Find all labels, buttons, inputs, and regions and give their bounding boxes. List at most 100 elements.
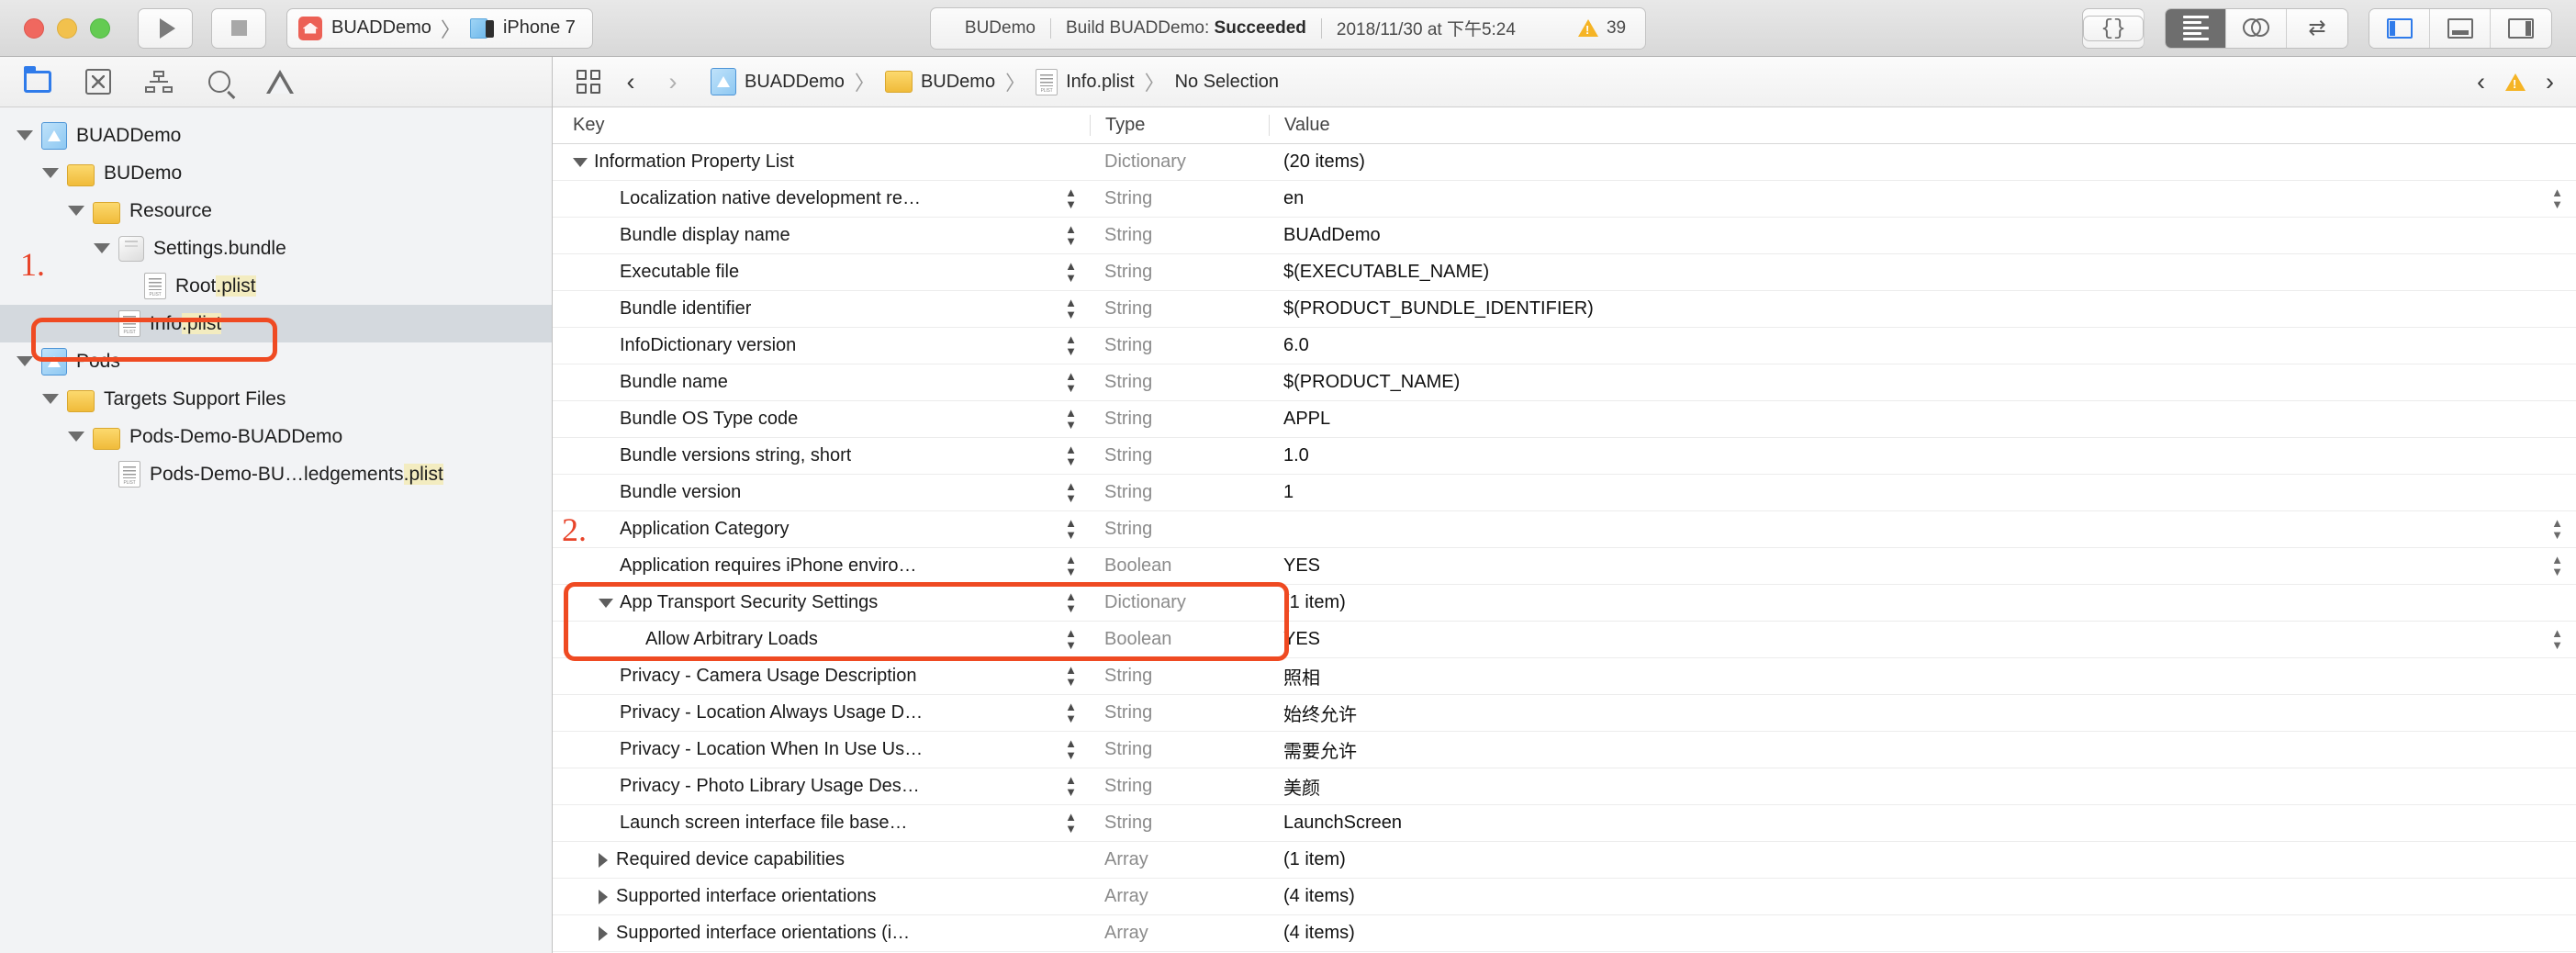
plist-key-cell[interactable]: InfoDictionary version▲▼ — [553, 335, 1090, 356]
plist-value-cell[interactable]: 1.0 — [1269, 445, 2576, 466]
plist-value-cell[interactable]: BUAdDemo — [1269, 225, 2576, 246]
plist-type-cell[interactable]: String — [1090, 702, 1269, 723]
disclosure-triangle-icon[interactable] — [17, 130, 33, 140]
plist-key-cell[interactable]: Privacy - Photo Library Usage Des…▲▼ — [553, 776, 1090, 797]
key-stepper-control[interactable]: ▲▼ — [1065, 335, 1077, 357]
plist-value-cell[interactable]: (4 items) — [1269, 886, 2576, 907]
plist-type-cell[interactable]: String — [1090, 519, 1269, 540]
tab-source-control-navigator[interactable] — [68, 57, 129, 107]
tree-item-settings-bundle[interactable]: Settings.bundle — [0, 230, 552, 267]
tree-item-info-plist[interactable]: Info.plist — [0, 305, 552, 342]
disclosure-triangle-icon[interactable] — [573, 158, 588, 167]
key-stepper-control[interactable]: ▲▼ — [1065, 592, 1077, 614]
tree-item-pods-demo-buaddemo[interactable]: Pods-Demo-BUADDemo — [0, 418, 552, 455]
plist-key-cell[interactable]: Bundle versions string, short▲▼ — [553, 445, 1090, 466]
key-stepper-control[interactable]: ▲▼ — [1065, 482, 1077, 504]
plist-key-cell[interactable]: Privacy - Location Always Usage D…▲▼ — [553, 702, 1090, 723]
plist-key-cell[interactable]: Required device capabilities — [553, 849, 1090, 870]
plist-key-cell[interactable]: Supported interface orientations — [553, 886, 1090, 907]
plist-key-cell[interactable]: Application Category▲▼ — [553, 519, 1090, 540]
scheme-selector[interactable]: BUADDemo 〉 iPhone 7 — [286, 8, 593, 49]
plist-value-cell[interactable]: 美颜 — [1269, 773, 2576, 800]
next-issue-button[interactable]: › — [2546, 70, 2554, 95]
plist-type-cell[interactable]: String — [1090, 409, 1269, 430]
plist-value-cell[interactable]: LaunchScreen — [1269, 813, 2576, 834]
plist-value-cell[interactable]: (1 item) — [1269, 849, 2576, 870]
column-header-value[interactable]: Value — [1269, 115, 2576, 136]
column-header-key[interactable]: Key — [553, 115, 1090, 136]
key-stepper-control[interactable]: ▲▼ — [1065, 262, 1077, 284]
plist-type-cell[interactable]: String — [1090, 298, 1269, 320]
tree-item-pods[interactable]: Pods — [0, 342, 552, 380]
plist-row[interactable]: Privacy - Photo Library Usage Des…▲▼Stri… — [553, 768, 2576, 805]
plist-row[interactable]: Application requires iPhone enviro…▲▼Boo… — [553, 548, 2576, 585]
key-stepper-control[interactable]: ▲▼ — [1065, 372, 1077, 394]
plist-value-cell[interactable]: 1 — [1269, 482, 2576, 503]
plist-key-cell[interactable]: Executable file▲▼ — [553, 262, 1090, 283]
disclosure-triangle-icon[interactable] — [17, 356, 33, 366]
plist-value-cell[interactable]: 需要允许 — [1269, 736, 2576, 763]
version-editor-button[interactable]: ⇄ — [2287, 9, 2347, 48]
plist-row[interactable]: Bundle display name▲▼StringBUAdDemo — [553, 218, 2576, 254]
status-warning-group[interactable]: 39 — [1578, 18, 1626, 39]
plist-row[interactable]: Bundle identifier▲▼String$(PRODUCT_BUNDL… — [553, 291, 2576, 328]
disclosure-triangle-icon[interactable] — [42, 168, 59, 178]
code-snippet-button[interactable]: {} — [2083, 16, 2144, 41]
plist-value-cell[interactable]: 照相 — [1269, 663, 2576, 690]
plist-type-cell[interactable]: String — [1090, 335, 1269, 356]
tab-issue-navigator[interactable] — [250, 57, 310, 107]
project-file-tree[interactable]: BUADDemoBUDemoResourceSettings.bundleRoo… — [0, 107, 552, 953]
run-button[interactable] — [138, 8, 193, 49]
toggle-navigator-button[interactable] — [2369, 9, 2430, 48]
disclosure-triangle-icon[interactable] — [68, 432, 84, 442]
plist-row[interactable]: Localization native development re…▲▼Str… — [553, 181, 2576, 218]
plist-row[interactable]: Privacy - Location Always Usage D…▲▼Stri… — [553, 695, 2576, 732]
plist-row[interactable]: Required device capabilitiesArray(1 item… — [553, 842, 2576, 879]
plist-value-cell[interactable]: YES▲▼ — [1269, 555, 2576, 577]
tab-find-navigator[interactable] — [189, 57, 250, 107]
plist-row[interactable]: Privacy - Camera Usage Description▲▼Stri… — [553, 658, 2576, 695]
plist-value-cell[interactable]: $(PRODUCT_BUNDLE_IDENTIFIER) — [1269, 298, 2576, 320]
key-stepper-control[interactable]: ▲▼ — [1065, 225, 1077, 247]
plist-row[interactable]: Supported interface orientations (i…Arra… — [553, 915, 2576, 952]
tree-item-budemo[interactable]: BUDemo — [0, 154, 552, 192]
plist-type-cell[interactable]: String — [1090, 482, 1269, 503]
key-stepper-control[interactable]: ▲▼ — [1065, 188, 1077, 210]
plist-type-cell[interactable]: String — [1090, 776, 1269, 797]
value-stepper-control[interactable]: ▲▼ — [2551, 519, 2563, 541]
plist-row[interactable]: Supported interface orientationsArray(4 … — [553, 879, 2576, 915]
plist-key-cell[interactable]: Bundle name▲▼ — [553, 372, 1090, 393]
tree-item-root-plist[interactable]: Root.plist — [0, 267, 552, 305]
plist-row[interactable]: InfoDictionary version▲▼String6.0 — [553, 328, 2576, 364]
tree-item-buaddemo[interactable]: BUADDemo — [0, 117, 552, 154]
key-stepper-control[interactable]: ▲▼ — [1065, 445, 1077, 467]
toggle-utilities-button[interactable] — [2491, 9, 2551, 48]
plist-type-cell[interactable]: Array — [1090, 923, 1269, 944]
minimize-window-button[interactable] — [57, 18, 77, 39]
breadcrumb[interactable]: BUADDemo〉BUDemo〉Info.plist〉No Selection — [705, 67, 1284, 96]
disclosure-triangle-icon[interactable] — [42, 394, 59, 404]
plist-value-cell[interactable]: (20 items) — [1269, 151, 2576, 173]
key-stepper-control[interactable]: ▲▼ — [1065, 702, 1077, 724]
plist-type-cell[interactable]: String — [1090, 739, 1269, 760]
plist-key-cell[interactable]: Application requires iPhone enviro…▲▼ — [553, 555, 1090, 577]
plist-key-cell[interactable]: Privacy - Camera Usage Description▲▼ — [553, 666, 1090, 687]
value-stepper-control[interactable]: ▲▼ — [2551, 629, 2563, 651]
disclosure-triangle-icon[interactable] — [599, 853, 608, 868]
plist-row[interactable]: Information Property ListDictionary(20 i… — [553, 144, 2576, 181]
plist-row[interactable]: Executable file▲▼String$(EXECUTABLE_NAME… — [553, 254, 2576, 291]
key-stepper-control[interactable]: ▲▼ — [1065, 555, 1077, 577]
plist-value-cell[interactable]: 6.0 — [1269, 335, 2576, 356]
plist-key-cell[interactable]: Bundle identifier▲▼ — [553, 298, 1090, 320]
plist-type-cell[interactable]: String — [1090, 372, 1269, 393]
plist-value-cell[interactable]: $(EXECUTABLE_NAME) — [1269, 262, 2576, 283]
key-stepper-control[interactable]: ▲▼ — [1065, 298, 1077, 320]
value-stepper-control[interactable]: ▲▼ — [2551, 555, 2563, 577]
plist-type-cell[interactable]: Dictionary — [1090, 151, 1269, 173]
breadcrumb-item-info-plist[interactable]: Info.plist — [1030, 69, 1139, 95]
zoom-window-button[interactable] — [90, 18, 110, 39]
column-header-type[interactable]: Type — [1090, 115, 1269, 136]
plist-value-cell[interactable]: $(PRODUCT_NAME) — [1269, 372, 2576, 393]
plist-type-cell[interactable]: Boolean — [1090, 555, 1269, 577]
plist-value-cell[interactable]: YES▲▼ — [1269, 629, 2576, 650]
